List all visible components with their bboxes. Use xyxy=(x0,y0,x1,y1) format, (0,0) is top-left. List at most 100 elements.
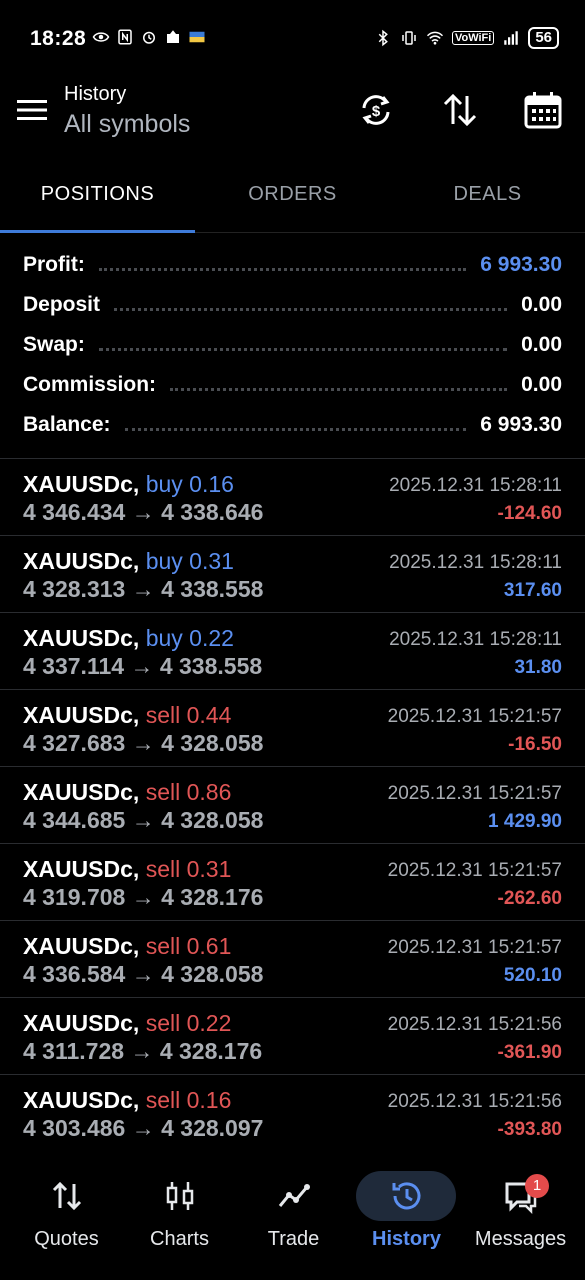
tab-label: ORDERS xyxy=(248,183,337,205)
trade-direction: sell 0.86 xyxy=(145,779,232,805)
position-profit: -16.50 xyxy=(508,734,562,755)
dotted-leader xyxy=(124,427,467,431)
tab-label: POSITIONS xyxy=(40,183,155,205)
close-time: 2025.12.31 15:21:57 xyxy=(387,706,562,727)
nav-messages[interactable]: 1 Messages xyxy=(462,1160,579,1280)
position-symbol: XAUUSDc, sell 0.31 xyxy=(23,856,231,883)
nav-trade[interactable]: Trade xyxy=(235,1160,352,1280)
price-range: 4 336.584 → 4 328.058 xyxy=(23,961,264,987)
trade-direction: sell 0.22 xyxy=(145,1010,232,1036)
close-time: 2025.12.31 15:28:11 xyxy=(389,475,562,496)
position-symbol: XAUUSDc, buy 0.22 xyxy=(23,625,234,652)
close-time: 2025.12.31 15:21:56 xyxy=(387,1091,562,1112)
symbol-name: XAUUSDc, xyxy=(23,933,140,959)
trade-direction: sell 0.61 xyxy=(145,933,232,959)
position-row[interactable]: XAUUSDc, sell 0.44 4 327.683 → 4 328.058 2… xyxy=(0,689,585,766)
nav-label: Trade xyxy=(267,1228,320,1250)
summary-label: Profit: xyxy=(23,253,85,276)
trade-direction: buy 0.16 xyxy=(145,471,234,497)
position-profit: 31.80 xyxy=(514,657,562,678)
summary-commission: Commission: 0.00 xyxy=(0,365,585,405)
position-row[interactable]: XAUUSDc, buy 0.31 4 328.313 → 4 338.558 20… xyxy=(0,535,585,612)
nav-label: Quotes xyxy=(34,1228,99,1250)
summary-value: 0.00 xyxy=(521,333,562,356)
price-range: 4 328.313 → 4 338.558 xyxy=(23,576,264,602)
position-symbol: XAUUSDc, sell 0.16 xyxy=(23,1087,231,1114)
status-notification-icons xyxy=(92,28,206,46)
position-symbol: XAUUSDc, sell 0.61 xyxy=(23,933,231,960)
position-symbol: XAUUSDc, sell 0.22 xyxy=(23,1010,231,1037)
close-time: 2025.12.31 15:28:11 xyxy=(389,629,562,650)
position-symbol: XAUUSDc, buy 0.31 xyxy=(23,548,234,575)
symbol-name: XAUUSDc, xyxy=(23,1087,140,1113)
summary-label: Balance: xyxy=(23,413,111,436)
trade-direction: sell 0.44 xyxy=(145,702,232,728)
trade-direction: buy 0.22 xyxy=(145,625,234,651)
tab-deals[interactable]: DEALS xyxy=(390,156,585,232)
dotted-leader xyxy=(170,387,508,391)
flag-icon xyxy=(189,31,205,43)
position-row[interactable]: XAUUSDc, sell 0.22 4 311.728 → 4 328.176 2… xyxy=(0,997,585,1074)
vowifi-label: VoWiFi xyxy=(451,31,495,45)
price-range: 4 311.728 → 4 328.176 xyxy=(23,1038,263,1064)
vibrate-icon xyxy=(402,31,416,45)
position-row[interactable]: XAUUSDc, sell 0.31 4 319.708 → 4 328.176 2… xyxy=(0,843,585,920)
position-row[interactable]: XAUUSDc, buy 0.16 4 346.434 → 4 338.646 20… xyxy=(0,458,585,535)
summary-swap: Swap: 0.00 xyxy=(0,325,585,365)
symbol-name: XAUUSDc, xyxy=(23,702,140,728)
status-system-icons: VoWiFi 56 xyxy=(374,27,559,49)
status-bar: 18:28 VoWiFi 56 xyxy=(0,0,585,78)
summary-value: 6 993.30 xyxy=(480,253,562,276)
position-row[interactable]: XAUUSDc, buy 0.22 4 337.114 → 4 338.558 20… xyxy=(0,612,585,689)
calendar-icon[interactable] xyxy=(523,90,563,130)
positions-list: XAUUSDc, buy 0.16 4 346.434 → 4 338.646 20… xyxy=(0,458,585,1151)
position-profit: 317.60 xyxy=(503,580,562,601)
app-notification-icon xyxy=(167,30,179,43)
dotted-leader xyxy=(114,307,508,311)
position-symbol: XAUUSDc, sell 0.44 xyxy=(23,702,231,729)
price-range: 4 303.486 → 4 328.097 xyxy=(23,1115,264,1141)
symbol-name: XAUUSDc, xyxy=(23,1010,140,1036)
eye-icon xyxy=(92,32,110,42)
sort-icon[interactable] xyxy=(440,90,480,130)
tab-positions[interactable]: POSITIONS xyxy=(0,156,195,233)
summary-label: Commission: xyxy=(23,373,157,396)
position-profit: 1 429.90 xyxy=(488,811,562,832)
wifi-icon xyxy=(426,31,443,45)
summary-profit: Profit: 6 993.30 xyxy=(0,245,585,285)
price-range: 4 327.683 → 4 328.058 xyxy=(23,730,264,756)
quotes-icon xyxy=(52,1181,81,1211)
alarm-icon xyxy=(143,31,155,44)
position-row[interactable]: XAUUSDc, sell 0.61 4 336.584 → 4 328.058 2… xyxy=(0,920,585,997)
position-profit: 520.10 xyxy=(503,965,562,986)
history-tabs: POSITIONS ORDERS DEALS xyxy=(0,156,585,233)
symbol-name: XAUUSDc, xyxy=(23,856,140,882)
symbol-name: XAUUSDc, xyxy=(23,779,140,805)
symbol-filter[interactable]: All symbols xyxy=(64,110,190,139)
price-range: 4 337.114 → 4 338.558 xyxy=(23,653,263,679)
unread-badge: 1 xyxy=(525,1174,549,1198)
nav-label: Charts xyxy=(150,1228,209,1250)
active-tab-indicator xyxy=(0,230,195,233)
summary-label: Swap: xyxy=(23,333,85,356)
dotted-leader xyxy=(98,347,508,351)
nav-quotes[interactable]: Quotes xyxy=(8,1160,125,1280)
nav-history[interactable]: History xyxy=(348,1160,465,1280)
bluetooth-icon xyxy=(378,29,388,47)
position-profit: -124.60 xyxy=(497,503,562,524)
symbol-name: XAUUSDc, xyxy=(23,625,140,651)
close-time: 2025.12.31 15:21:57 xyxy=(387,860,562,881)
tab-orders[interactable]: ORDERS xyxy=(195,156,390,232)
price-range: 4 319.708 → 4 328.176 xyxy=(23,884,264,910)
currency-exchange-icon[interactable]: $ xyxy=(356,90,396,130)
menu-icon[interactable] xyxy=(17,98,47,122)
price-range: 4 346.434 → 4 338.646 xyxy=(23,499,264,525)
position-row[interactable]: XAUUSDc, sell 0.16 4 303.486 → 4 328.097 2… xyxy=(0,1074,585,1151)
position-row[interactable]: XAUUSDc, sell 0.86 4 344.685 → 4 328.058 2… xyxy=(0,766,585,843)
status-time: 18:28 xyxy=(30,27,87,50)
nav-label: Messages xyxy=(474,1228,567,1250)
position-symbol: XAUUSDc, sell 0.86 xyxy=(23,779,231,806)
bottom-navigation: Quotes Charts Trade History 1 Messages xyxy=(0,1160,585,1280)
position-profit: -262.60 xyxy=(497,888,562,909)
nav-charts[interactable]: Charts xyxy=(121,1160,238,1280)
